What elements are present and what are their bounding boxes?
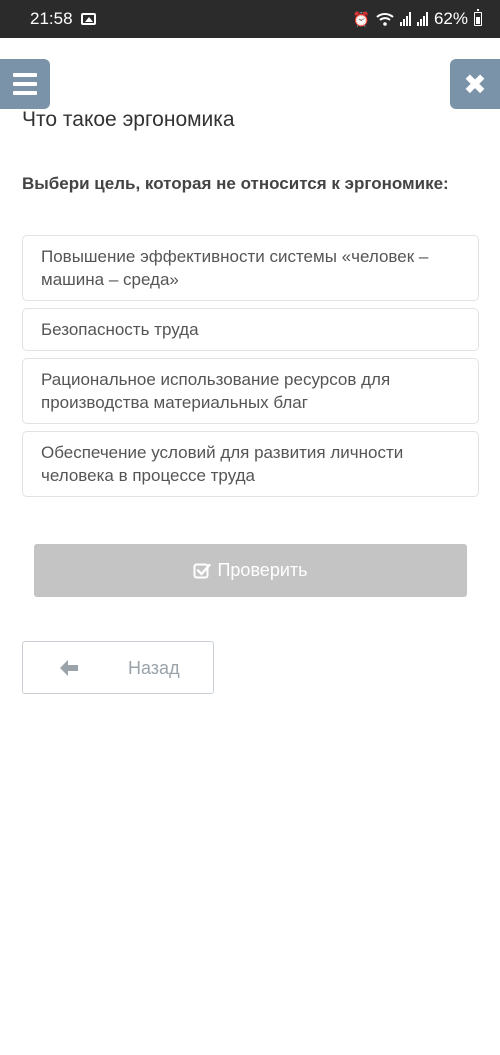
back-button-label: Назад [128,658,180,678]
hamburger-bar [13,82,37,86]
answer-option[interactable]: Повышение эффективности системы «человек… [22,235,479,301]
alarm-icon: ⏰ [352,11,370,27]
check-button[interactable]: Проверить [34,544,467,597]
signal-icon [399,12,411,26]
answer-option[interactable]: Рациональное использование ресурсов для … [22,358,479,424]
status-right: ⏰ 62% [353,9,482,29]
arrow-left-icon [60,660,78,676]
hamburger-menu-button[interactable] [0,59,50,109]
checkbox-icon [193,563,212,578]
battery-percent: 62% [433,9,468,28]
status-time: 21:58 [30,9,73,28]
answer-options: Повышение эффективности системы «человек… [22,235,479,504]
close-button[interactable]: ✖ [450,59,500,109]
back-button[interactable]: Назад [22,641,214,694]
status-left: 21:58 [30,9,96,29]
answer-option[interactable]: Обеспечение условий для развития личност… [22,431,479,497]
page-title: Что такое эргономика [22,108,235,131]
hamburger-menu-icon [13,73,37,77]
close-icon: ✖ [463,68,487,100]
image-icon [80,13,96,25]
answer-option[interactable]: Безопасность труда [22,308,479,351]
question-text: Выбери цель, которая не относится к эрго… [22,174,449,193]
battery-icon [474,9,482,26]
status-bar: 21:58 ⏰ 62% [0,0,500,38]
hamburger-bar [13,91,37,95]
wifi-icon [376,13,394,26]
signal-icon [416,12,428,26]
check-button-label: Проверить [217,560,308,580]
